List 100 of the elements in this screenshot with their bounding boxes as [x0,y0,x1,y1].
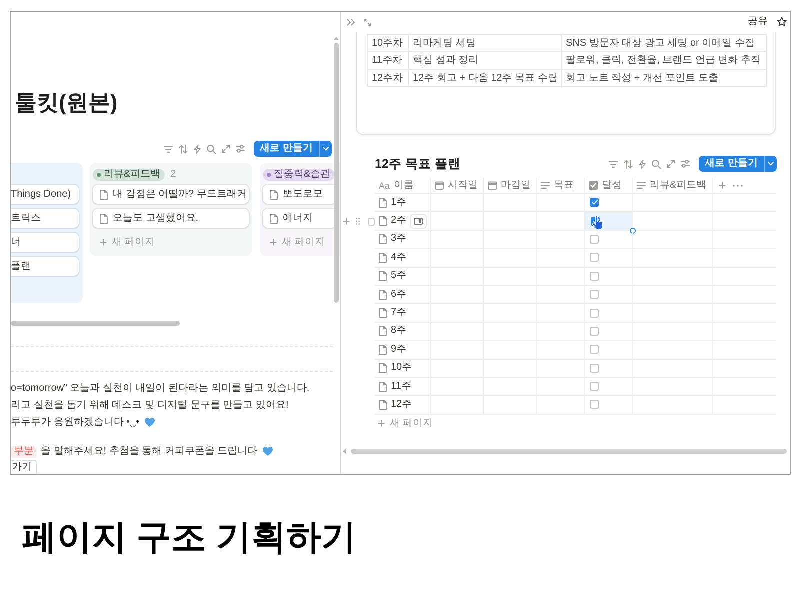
side-peek-button[interactable] [410,214,426,228]
checkbox[interactable] [590,364,599,373]
row-title[interactable]: 4주 [391,252,407,264]
horizontal-scrollbar[interactable] [351,449,787,454]
page-icon [379,252,387,263]
card-title: 내 감정은 어떨까? 무드트래커 [113,188,247,200]
expand-icon[interactable] [222,145,230,153]
fill-handle[interactable] [630,228,636,234]
table-cell[interactable] [633,212,713,231]
sort-icon[interactable] [624,160,634,168]
row-title[interactable]: 1주 [391,196,407,209]
row-title[interactable]: 8주 [391,325,407,338]
sort-icon[interactable] [179,144,188,154]
column-header[interactable]: 리뷰&피드백 [650,180,707,192]
board-card[interactable]: 에너지 [263,209,337,228]
sliders-icon[interactable] [681,160,690,168]
board-card[interactable]: 오늘도 고생했어요. [93,209,249,228]
checkbox[interactable] [590,400,599,410]
column-header[interactable]: 마감일 [501,180,531,192]
text-lines-icon [541,182,550,189]
board-card[interactable]: 플랜 [11,257,79,276]
column-header[interactable]: 이름 [394,180,414,192]
board-card[interactable]: 뽀도로모 [263,185,337,204]
resize-arrows-icon[interactable] [364,18,371,26]
table-cell[interactable] [585,304,633,323]
share-button[interactable]: 공유 [748,16,768,28]
board-card[interactable]: 트릭스 [11,209,79,228]
row-title[interactable]: 10주 [391,362,412,374]
board-card[interactable]: 너 [11,233,79,252]
card-title: Things Done) [11,188,72,200]
add-column-icon[interactable] [719,182,726,189]
filter-icon[interactable] [609,160,618,168]
page-title: 툴킷(원본) [14,89,119,117]
row-title[interactable]: 7주 [391,307,407,320]
table-cell[interactable] [585,230,633,250]
table-cell[interactable] [585,268,633,286]
star-icon[interactable] [777,17,787,27]
checkbox[interactable] [590,290,599,300]
column-header[interactable]: 시작일 [448,180,478,192]
dropdown-button[interactable] [319,141,332,157]
selected-cell[interactable] [585,212,633,231]
filter-icon[interactable] [164,146,174,152]
card-title: 오늘도 고생했어요. [113,212,199,224]
row-title[interactable]: 11주 [391,380,412,393]
sliders-icon[interactable] [236,145,246,153]
tag-label: 집중력&습관 [274,169,331,181]
table-cell[interactable] [585,286,633,304]
checkbox[interactable] [590,326,599,336]
row-title[interactable]: 5주 [391,270,407,282]
table-cell[interactable] [585,378,633,396]
plus-icon [270,239,277,246]
double-chevron-icon[interactable] [347,18,355,26]
card-count: 2 [170,169,176,181]
row-title[interactable]: 3주 [391,233,407,246]
vertical-scrollbar[interactable] [334,43,339,303]
calendar-icon [488,181,497,190]
card-title: 뽀도로모 [283,188,323,200]
table-cell[interactable] [585,322,633,342]
checkbox[interactable] [590,382,599,392]
table-cell[interactable] [585,396,633,415]
row-title[interactable]: 6주 [391,288,407,301]
row-title[interactable]: 9주 [391,344,407,356]
search-icon[interactable] [207,144,216,154]
checkbox[interactable] [590,253,599,262]
table-cell[interactable] [585,341,633,360]
search-icon[interactable] [652,160,662,168]
dropdown-button[interactable] [764,156,777,172]
page-icon [100,214,108,224]
page-icon [270,190,278,200]
scroll-left-icon[interactable] [343,449,346,454]
expand-icon[interactable] [667,160,676,168]
go-button[interactable]: 가기 [11,460,37,474]
checkbox[interactable] [590,272,599,281]
board-card[interactable]: 내 감정은 어떨까? 무드트래커 [93,185,249,204]
column-header[interactable]: 목표 [554,180,574,192]
row-title[interactable]: 12주 [391,398,412,411]
checkbox[interactable] [590,308,599,318]
new-button[interactable]: 새로 만들기 [699,156,764,172]
lightning-icon[interactable] [194,144,202,154]
lightning-icon[interactable] [639,160,646,168]
checked-box-icon [589,181,598,190]
card-title: 너 [11,236,21,248]
drag-handle-icon[interactable] [356,218,360,226]
horizontal-scrollbar[interactable] [11,321,180,326]
checkbox[interactable] [590,234,599,244]
row-title[interactable]: 2주 [391,215,407,228]
card-title: 플랜 [11,260,31,272]
scroll-up-icon[interactable] [334,37,339,40]
column-header[interactable]: 달성 [602,180,622,192]
checkbox[interactable] [590,198,599,208]
plus-icon[interactable] [343,218,350,226]
tag-label: 리뷰&피드백 [104,169,161,181]
board-card[interactable]: Things Done) [11,185,79,204]
page-icon [379,400,387,410]
new-button[interactable]: 새로 만들기 [254,141,319,157]
table-cell[interactable] [633,230,713,250]
table-cell[interactable] [585,249,633,268]
checkbox[interactable] [590,345,599,354]
row-select-checkbox[interactable] [368,218,375,226]
table-cell[interactable] [585,360,633,378]
